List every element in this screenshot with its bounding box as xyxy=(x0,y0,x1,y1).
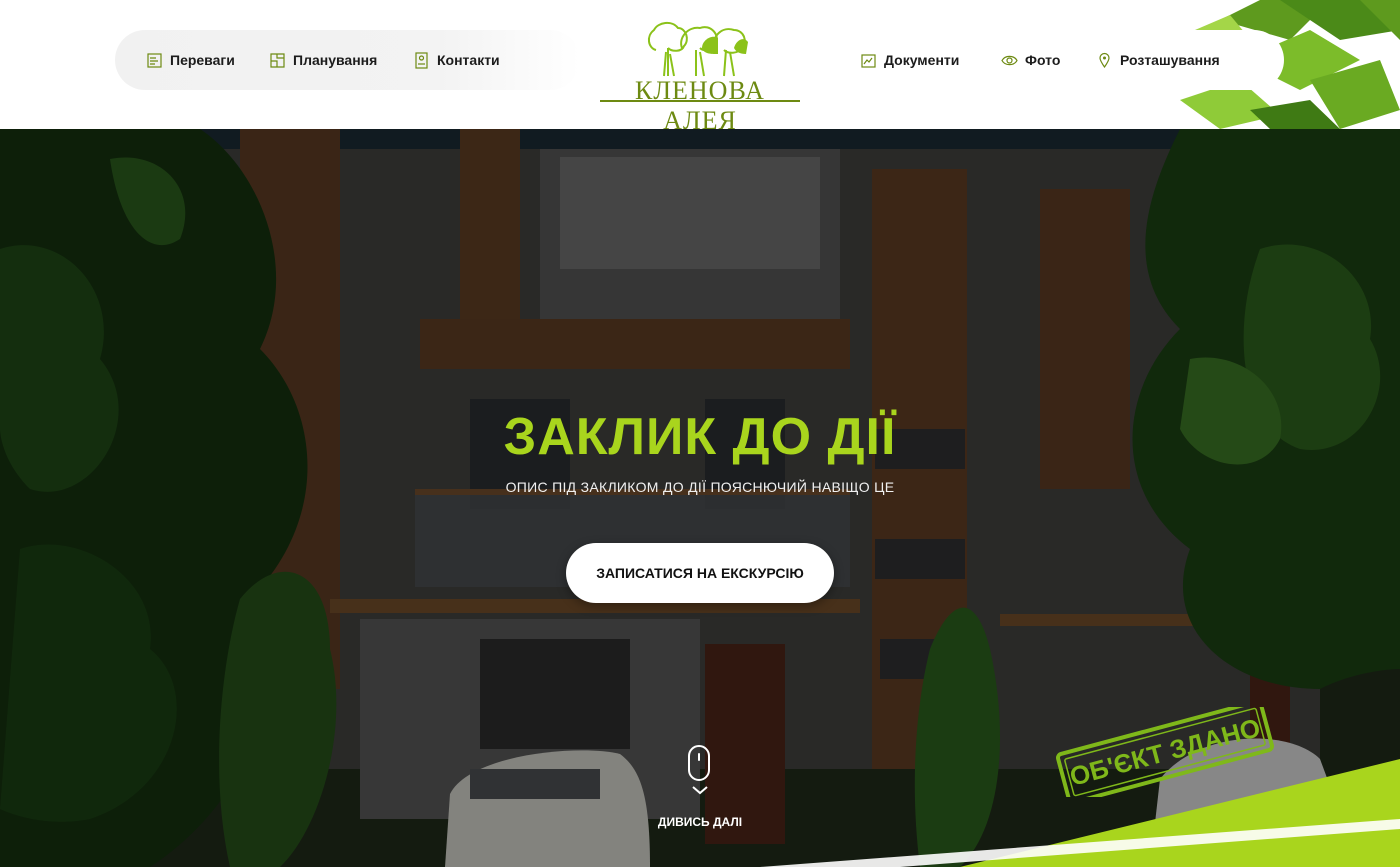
object-completed-stamp: ОБ'ЄКТ ЗДАНО xyxy=(1056,707,1274,797)
nav-right: Документи Фото Розташування xyxy=(820,30,1284,90)
book-tour-button[interactable]: ЗАПИСАТИСЯ НА ЕКСКУРСІЮ xyxy=(566,543,834,603)
nav-label: Розташування xyxy=(1120,52,1220,68)
chevron-down-icon xyxy=(692,786,708,795)
logo[interactable]: КЛЕНОВА АЛЕЯ xyxy=(596,18,804,129)
nav-item-planning[interactable]: Планування xyxy=(269,30,377,90)
hero-title: ЗАКЛИК ДО ДІЇ xyxy=(503,408,897,466)
nav-item-contacts[interactable]: Контакти xyxy=(413,30,500,90)
nav-item-advantages[interactable]: Переваги xyxy=(146,30,235,90)
site-header: Переваги Планування Контакти КЛЕНОВА АЛЕ… xyxy=(0,0,1400,129)
documents-icon xyxy=(861,53,876,68)
hero-section: ЗАКЛИК ДО ДІЇ ОПИС ПІД ЗАКЛИКОМ ДО ДІЇ П… xyxy=(0,129,1400,867)
contacts-icon xyxy=(415,51,428,69)
maple-trees-logo-icon xyxy=(648,22,748,77)
nav-item-location[interactable]: Розташування xyxy=(1096,30,1220,90)
floorplan-icon xyxy=(270,52,285,68)
scroll-down-hint[interactable]: ДИВИСЬ ДАЛІ xyxy=(640,743,760,833)
nav-item-photo[interactable]: Фото xyxy=(1001,30,1060,90)
scroll-label: ДИВИСЬ ДАЛІ xyxy=(657,815,743,829)
hero-subtitle: ОПИС ПІД ЗАКЛИКОМ ДО ДІЇ ПОЯСНЮЧИЙ НАВІЩ… xyxy=(505,479,895,495)
logo-text: КЛЕНОВА АЛЕЯ xyxy=(635,76,765,129)
nav-label: Переваги xyxy=(170,52,235,68)
nav-label: Фото xyxy=(1025,52,1061,68)
nav-label: Планування xyxy=(293,52,378,68)
logo-underline xyxy=(600,100,800,102)
map-pin-icon xyxy=(1099,52,1110,68)
nav-item-documents[interactable]: Документи xyxy=(860,30,959,90)
nav-label: Контакти xyxy=(437,52,500,68)
nav-left: Переваги Планування Контакти xyxy=(115,30,580,90)
advantages-icon xyxy=(147,52,162,68)
mouse-icon xyxy=(688,745,710,781)
nav-label: Документи xyxy=(884,52,960,68)
eye-icon xyxy=(1001,55,1018,65)
